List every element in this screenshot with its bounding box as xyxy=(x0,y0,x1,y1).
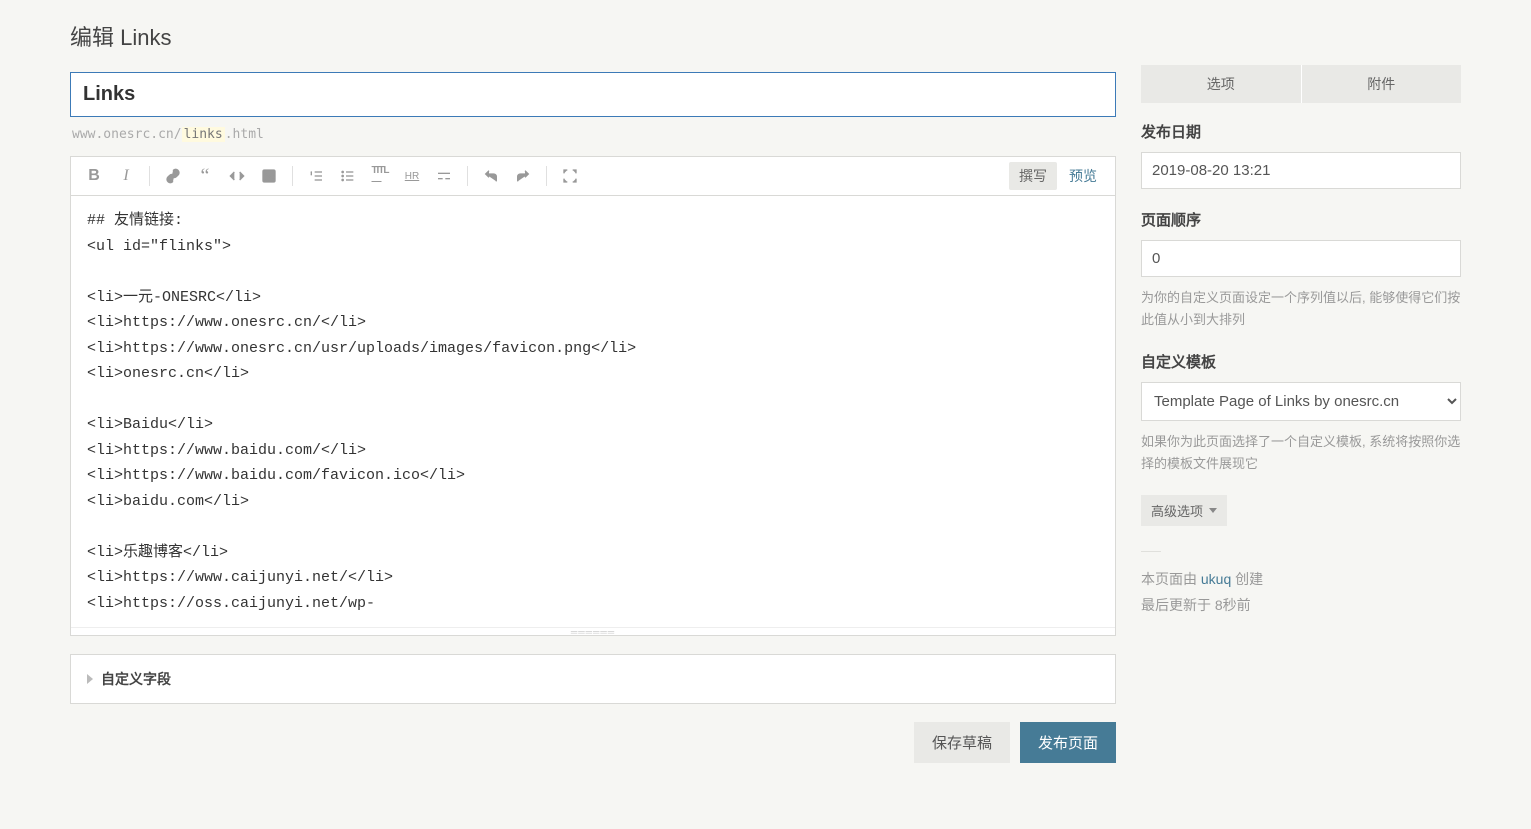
post-title-input[interactable] xyxy=(70,72,1116,117)
redo-icon[interactable] xyxy=(508,161,538,191)
permalink-slug[interactable]: links xyxy=(182,127,225,142)
permalink-suffix: .html xyxy=(225,127,264,142)
page-title: 编辑 Links xyxy=(70,20,1116,52)
mode-preview-button[interactable]: 预览 xyxy=(1059,162,1107,190)
italic-icon[interactable]: I xyxy=(111,161,141,191)
page-order-input[interactable] xyxy=(1141,240,1461,277)
publish-date-input[interactable] xyxy=(1141,152,1461,189)
code-icon[interactable] xyxy=(222,161,252,191)
bold-icon[interactable]: B xyxy=(79,161,109,191)
page-order-help: 为你的自定义页面设定一个序列值以后, 能够使得它们按此值从小到大排列 xyxy=(1141,287,1461,331)
more-icon[interactable] xyxy=(429,161,459,191)
sidebar-tabs: 选项 附件 xyxy=(1141,65,1461,103)
fullscreen-icon[interactable] xyxy=(555,161,585,191)
chevron-right-icon xyxy=(87,674,93,684)
toolbar-separator xyxy=(149,166,150,186)
advanced-options-button[interactable]: 高级选项 xyxy=(1141,495,1227,526)
custom-fields-toggle[interactable]: 自定义字段 xyxy=(70,654,1116,704)
template-label: 自定义模板 xyxy=(1141,351,1461,372)
author-link[interactable]: ukuq xyxy=(1201,571,1231,587)
divider xyxy=(1141,551,1161,552)
unordered-list-icon[interactable] xyxy=(333,161,363,191)
editor: B I “ TITL— HR 撰写 预览 xyxy=(70,156,1116,636)
resize-handle[interactable]: ══════ xyxy=(71,627,1115,635)
image-icon[interactable] xyxy=(254,161,284,191)
tab-attachments[interactable]: 附件 xyxy=(1302,65,1462,103)
permalink-prefix: www.onesrc.cn/ xyxy=(72,127,182,142)
toolbar-separator xyxy=(546,166,547,186)
hr-icon[interactable]: HR xyxy=(397,161,427,191)
mode-write-button[interactable]: 撰写 xyxy=(1009,162,1057,190)
publish-button[interactable]: 发布页面 xyxy=(1020,722,1116,763)
link-icon[interactable] xyxy=(158,161,188,191)
form-actions: 保存草稿 发布页面 xyxy=(70,722,1116,763)
toolbar-separator xyxy=(292,166,293,186)
heading-icon[interactable]: TITL— xyxy=(365,161,395,191)
save-draft-button[interactable]: 保存草稿 xyxy=(914,722,1010,763)
template-select[interactable]: Template Page of Links by onesrc.cn xyxy=(1141,382,1461,421)
custom-fields-label: 自定义字段 xyxy=(101,669,171,689)
content-textarea[interactable] xyxy=(71,196,1115,624)
advanced-options-label: 高级选项 xyxy=(1151,501,1203,520)
meta-info: 本页面由 ukuq 创建 最后更新于 8秒前 xyxy=(1141,567,1461,619)
tab-options[interactable]: 选项 xyxy=(1141,65,1302,103)
publish-date-label: 发布日期 xyxy=(1141,121,1461,142)
quote-icon[interactable]: “ xyxy=(190,161,220,191)
editor-toolbar: B I “ TITL— HR 撰写 预览 xyxy=(71,157,1115,196)
page-order-label: 页面顺序 xyxy=(1141,209,1461,230)
template-help: 如果你为此页面选择了一个自定义模板, 系统将按照你选择的模板文件展现它 xyxy=(1141,431,1461,475)
permalink[interactable]: www.onesrc.cn/links.html xyxy=(70,117,1116,156)
caret-down-icon xyxy=(1209,508,1217,513)
ordered-list-icon[interactable] xyxy=(301,161,331,191)
undo-icon[interactable] xyxy=(476,161,506,191)
toolbar-separator xyxy=(467,166,468,186)
